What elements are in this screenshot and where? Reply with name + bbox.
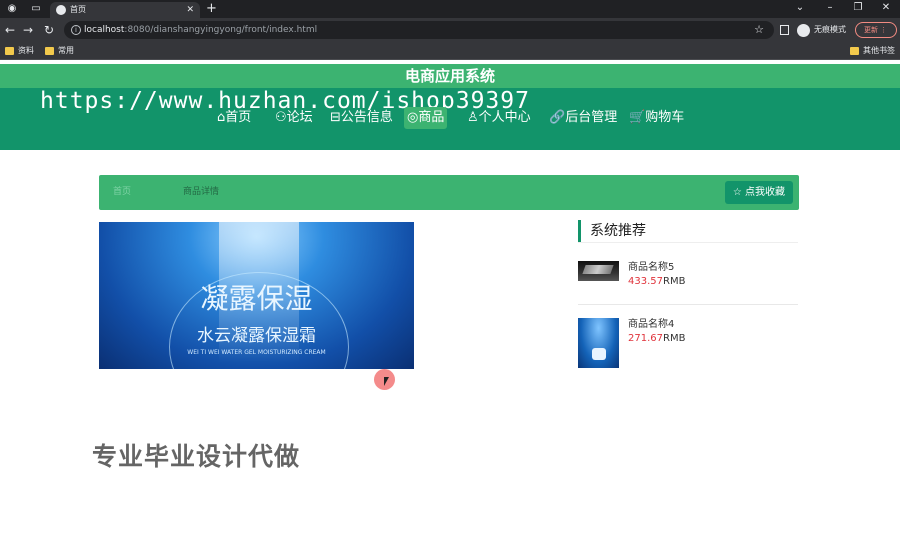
menu-item-forum[interactable]: ⚇论坛 [272, 107, 316, 129]
web-page: 电商应用系统 https://www.huzhan.com/ishop39397… [0, 60, 900, 540]
recommend-title: 系统推荐 [578, 220, 646, 242]
menu-item-products[interactable]: ◎商品 [404, 107, 448, 129]
product-image-subline: 水云凝露保湿霜 [197, 326, 316, 346]
close-window-icon[interactable]: ✕ [876, 0, 896, 16]
tab-favicon-icon [56, 5, 66, 15]
url-host: localhost [84, 25, 125, 35]
product-image-headline: 凝露保湿 [200, 282, 313, 315]
close-tab-icon[interactable]: ✕ [186, 2, 194, 18]
menu-item-home[interactable]: ⌂首页 [214, 107, 254, 129]
menu-item-notices[interactable]: ⊟公告信息 [327, 107, 396, 129]
breadcrumb-current: 商品详情 [183, 187, 220, 197]
star-icon: ☆ [732, 187, 742, 198]
bookmark-folder[interactable]: 常用 [45, 44, 74, 58]
product-image: 凝露保湿 水云凝露保湿霜 WEI TI WEI WATER GEL MOISTU… [99, 222, 414, 369]
minimize-icon[interactable]: – [820, 0, 840, 16]
menu-item-admin[interactable]: 🔗后台管理 [546, 107, 620, 129]
browser-tab[interactable]: 首页 ✕ [50, 2, 200, 18]
product-name[interactable]: 商品名称4 [628, 318, 674, 331]
new-tab-icon[interactable]: + [206, 0, 217, 18]
notice-icon: ⊟ [330, 110, 341, 125]
favorite-button[interactable]: ☆ 点我收藏 [724, 181, 793, 204]
product-thumbnail[interactable] [578, 318, 619, 368]
menu-item-user-center[interactable]: ♙个人中心 [464, 107, 534, 129]
update-button[interactable]: 更新 ⋮ [855, 22, 897, 38]
incognito-profile[interactable]: 无痕模式 [797, 23, 846, 37]
maximize-icon[interactable]: ❐ [848, 0, 868, 16]
tab-list-chevron-icon[interactable]: ⌄ [790, 0, 810, 16]
product-price: 271.67RMB [628, 333, 686, 344]
mouse-cursor-icon [384, 377, 392, 386]
folder-icon [5, 47, 14, 55]
other-bookmarks[interactable]: 其他书签 [850, 44, 895, 58]
bookmark-star-icon[interactable]: ☆ [754, 21, 764, 39]
browser-toolbar: ← → ↻ i localhost:8080/dianshangyingyong… [0, 18, 900, 42]
profile-label: 无痕模式 [814, 25, 846, 34]
bookmarks-bar: 资料 常用 其他书签 [0, 42, 900, 60]
reload-icon[interactable]: ↻ [42, 22, 56, 38]
tab-search-icon[interactable]: ▭ [30, 3, 42, 15]
browser-tab-strip: ◉ ▭ 首页 ✕ + ⌄ – ❐ ✕ [0, 0, 900, 18]
user-icon: ♙ [467, 110, 479, 125]
folder-icon [850, 47, 859, 55]
menu-item-cart[interactable]: 🛒购物车 [626, 107, 687, 129]
breadcrumb-home[interactable]: 首页 [113, 175, 131, 210]
forum-icon: ⚇ [275, 110, 287, 125]
tab-title: 首页 [70, 5, 86, 14]
site-info-icon[interactable]: i [71, 25, 81, 35]
promo-overlay-text: 专业毕业设计代做 [92, 442, 301, 471]
link-icon: 🔗 [549, 110, 566, 125]
side-panel-icon[interactable] [780, 25, 789, 35]
product-price: 433.57RMB [628, 276, 686, 287]
breadcrumb: 首页 商品详情 ☆ 点我收藏 [99, 175, 799, 210]
product-name[interactable]: 商品名称5 [628, 261, 674, 274]
incognito-icon [797, 24, 810, 37]
chrome-menu-icon[interactable]: ◉ [6, 3, 18, 15]
bookmark-folder[interactable]: 资料 [5, 44, 34, 58]
folder-icon [45, 47, 54, 55]
product-image-caption: WEI TI WEI WATER GEL MOISTURIZING CREAM [187, 349, 326, 356]
product-icon: ◎ [407, 110, 419, 125]
forward-icon[interactable]: → [21, 22, 35, 38]
back-icon[interactable]: ← [3, 22, 17, 38]
site-title: 电商应用系统 [0, 64, 900, 88]
url-path: :8080/dianshangyingyong/front/index.html [124, 25, 318, 35]
product-thumbnail[interactable] [578, 261, 619, 281]
address-bar[interactable]: i localhost:8080/dianshangyingyong/front… [64, 21, 774, 39]
cart-icon: 🛒 [629, 110, 646, 125]
